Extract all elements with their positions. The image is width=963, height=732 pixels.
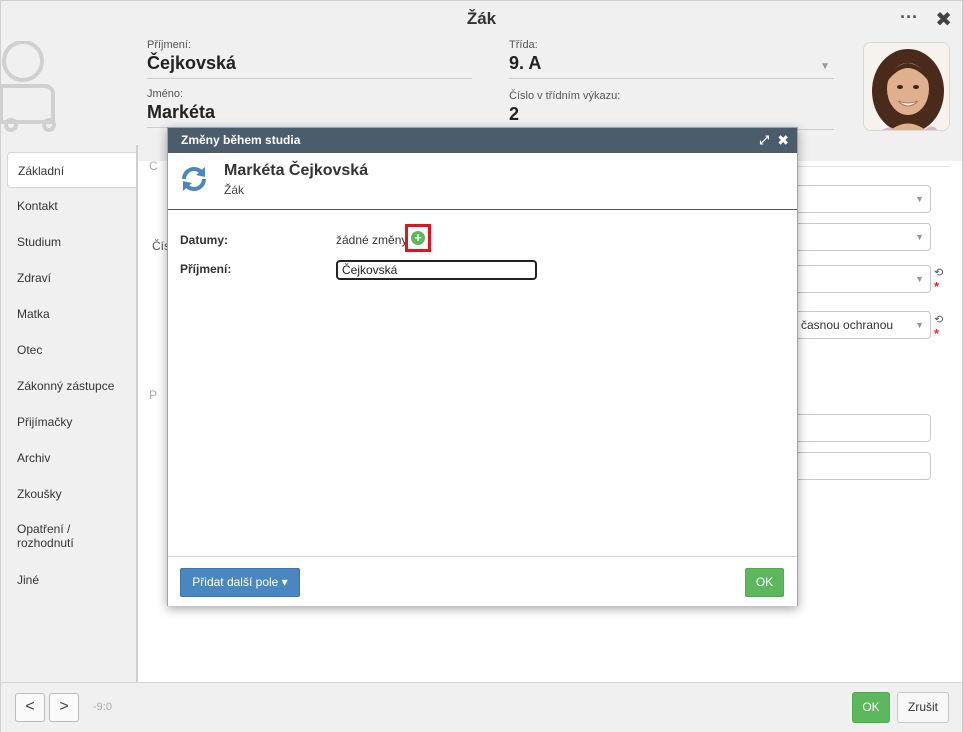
class-select[interactable]: Třída: 9. A ▼: [509, 39, 834, 79]
sidebar-item-kontakt[interactable]: Kontakt: [1, 188, 136, 224]
refresh-icon: [182, 167, 206, 191]
sidebar-item-otec[interactable]: Otec: [1, 332, 136, 368]
chevron-down-icon: ▼: [915, 232, 924, 242]
section-legend-fragment-2: P: [149, 388, 158, 402]
next-record-button[interactable]: >: [49, 693, 79, 722]
person-name: Markéta Čejkovská: [224, 162, 369, 179]
sidebar-item-archiv[interactable]: Archiv: [1, 440, 136, 476]
dropdown-1[interactable]: ▼: [797, 185, 931, 213]
sidebar-item-jine[interactable]: Jiné: [1, 562, 136, 598]
chevron-down-icon: ▼: [820, 61, 830, 72]
text-input-1[interactable]: [797, 414, 931, 442]
bottom-toolbar: < > -9:0 OK Zrušit: [1, 682, 962, 732]
surname-label: Příjmení:: [147, 39, 192, 51]
sync-icon[interactable]: ⟲: [934, 266, 943, 279]
user-placeholder-icon: [1, 41, 56, 132]
chevron-down-icon: ▼: [915, 274, 924, 284]
dropdown-3[interactable]: ▼: [797, 265, 931, 293]
class-value: 9. A: [509, 53, 542, 73]
class-label: Třída:: [509, 39, 538, 51]
firstname-label: Jméno:: [147, 88, 184, 100]
firstname-value: Markéta: [147, 102, 216, 122]
chevron-down-icon: ▼: [915, 320, 924, 330]
add-change-button[interactable]: +: [405, 224, 431, 252]
dialog-ok-button[interactable]: OK: [745, 568, 784, 597]
close-icon[interactable]: ✖: [777, 128, 789, 153]
register-label: Číslo v třídním výkazu:: [509, 90, 621, 102]
dates-value: žádné změny: [336, 233, 408, 247]
sidebar-item-studium[interactable]: Studium: [1, 224, 136, 260]
required-icon: *: [934, 279, 940, 294]
plus-icon: +: [411, 231, 425, 245]
section-legend-fragment: C: [149, 159, 158, 173]
chevron-down-icon: ▼: [915, 194, 924, 204]
register-number-field[interactable]: Číslo v třídním výkazu: 2: [509, 90, 834, 130]
window-title: Žák: [466, 9, 497, 28]
dropdown-4[interactable]: časnou ochranou ▼: [797, 311, 931, 339]
add-field-button[interactable]: Přidat další pole ▾: [180, 568, 300, 597]
more-options-icon[interactable]: ···: [900, 7, 918, 28]
dialog-footer: Přidat další pole ▾ OK: [168, 556, 797, 606]
text-input-2[interactable]: [797, 452, 931, 480]
changes-dialog: Změny během studia ⤢ ✖ Markéta Čejkovská…: [167, 127, 798, 606]
surname-change-input[interactable]: [336, 260, 537, 280]
sidebar-item-zakonny-zastupce[interactable]: Zákonný zástupce: [1, 368, 136, 404]
sync-icon-2[interactable]: ⟲: [934, 313, 943, 326]
record-info: -9:0: [93, 701, 112, 713]
close-window-icon[interactable]: ✖: [935, 7, 952, 32]
sidebar-item-zkousky[interactable]: Zkoušky: [1, 476, 136, 512]
dialog-titlebar: Změny během studia ⤢ ✖: [168, 128, 797, 153]
previous-record-button[interactable]: <: [15, 693, 45, 722]
sidebar-item-opatreni[interactable]: Opatření / rozhodnutí: [1, 512, 111, 562]
dialog-title: Změny během studia: [181, 133, 301, 147]
surname-value: Čejkovská: [147, 53, 237, 73]
dialog-person-header: Markéta Čejkovská Žák: [168, 153, 797, 210]
ok-button[interactable]: OK: [852, 692, 890, 723]
expand-icon[interactable]: ⤢: [759, 128, 769, 153]
dropdown-4-value: časnou ochranou: [801, 318, 894, 332]
person-role: Žák: [224, 183, 245, 197]
sidebar-item-matka[interactable]: Matka: [1, 296, 136, 332]
student-photo[interactable]: [863, 42, 950, 131]
sidebar-item-zdravi[interactable]: Zdraví: [1, 260, 136, 296]
required-icon-2: *: [934, 326, 940, 341]
register-value: 2: [509, 104, 520, 124]
sidebar-item-prijimacky[interactable]: Přijímačky: [1, 404, 136, 440]
dropdown-2[interactable]: ▼: [797, 223, 931, 251]
surname-change-label: Příjmení:: [180, 262, 232, 276]
cancel-button[interactable]: Zrušit: [897, 692, 949, 723]
firstname-field[interactable]: Jméno: Markéta: [147, 88, 472, 128]
sidebar: Základní Kontakt Studium Zdraví Matka Ot…: [1, 145, 138, 682]
dates-label: Datumy:: [180, 233, 229, 247]
sidebar-item-zakladni[interactable]: Základní: [7, 152, 136, 188]
surname-field[interactable]: Příjmení: Čejkovská: [147, 39, 472, 79]
student-window: Žák ··· ✖ Příjmení: Čejkovská Jméno: Mar…: [0, 0, 963, 732]
